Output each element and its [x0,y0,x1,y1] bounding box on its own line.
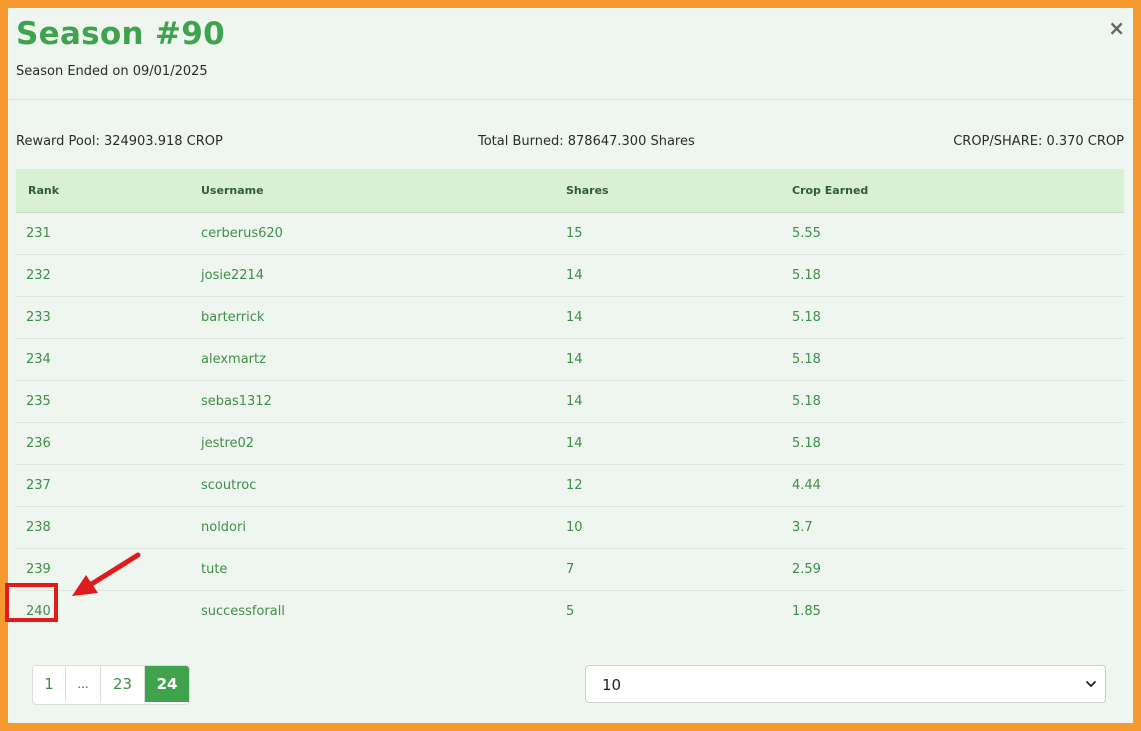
close-icon[interactable]: × [1108,18,1125,38]
table-row: 234 alexmartz 14 5.18 [16,338,1124,381]
page-size-select[interactable]: 10 [585,665,1106,703]
username-cell: alexmartz [201,338,566,381]
table-row: 237 scoutroc 12 4.44 [16,464,1124,507]
season-modal: Season #90 Season Ended on 09/01/2025 × … [8,8,1133,723]
chevron-down-icon [1086,681,1096,687]
table-row: 233 barterrick 14 5.18 [16,296,1124,339]
username-cell: tute [201,548,566,591]
crop-earned-cell: 4.44 [792,464,1124,507]
pagination: 1 ... 23 24 [32,665,190,705]
username-cell: jestre02 [201,422,566,465]
rank-cell: 237 [16,464,201,507]
rank-cell: 235 [16,380,201,423]
season-ended-date: Season Ended on 09/01/2025 [16,64,208,79]
page-button-24-active[interactable]: 24 [145,666,189,702]
username-cell: scoutroc [201,464,566,507]
table-row: 236 jestre02 14 5.18 [16,422,1124,465]
season-stats: Reward Pool: 324903.918 CROP Total Burne… [16,134,1124,152]
column-header-username[interactable]: Username [201,169,566,213]
shares-cell: 14 [566,254,792,297]
column-header-crop-earned[interactable]: Crop Earned [792,169,1124,213]
crop-earned-cell: 5.18 [792,422,1124,465]
season-title: Season #90 [16,16,225,52]
page-button-1[interactable]: 1 [33,666,66,702]
crop-earned-cell: 3.7 [792,506,1124,549]
username-cell: sebas1312 [201,380,566,423]
crop-earned-cell: 5.18 [792,296,1124,339]
shares-cell: 15 [566,212,792,255]
red-arrow-icon [72,552,141,596]
page-ellipsis: ... [66,666,101,702]
rank-cell: 236 [16,422,201,465]
crop-earned-cell: 5.55 [792,212,1124,255]
modal-header: Season #90 Season Ended on 09/01/2025 × [8,8,1133,100]
shares-cell: 7 [566,548,792,591]
total-burned: Total Burned: 878647.300 Shares [478,134,695,149]
shares-cell: 14 [566,296,792,339]
rank-highlight-box [5,583,58,622]
table-row: 240 successforall 5 1.85 [16,591,1124,633]
rank-cell: 231 [16,212,201,255]
table-header-row: Rank Username Shares Crop Earned [16,169,1124,213]
table-row: 238 noldori 10 3.7 [16,506,1124,549]
table-row: 239 tute 7 2.59 [16,548,1124,591]
shares-cell: 14 [566,338,792,381]
crop-earned-cell: 2.59 [792,548,1124,591]
crop-earned-cell: 5.18 [792,380,1124,423]
crop-earned-cell: 1.85 [792,604,821,619]
column-header-rank[interactable]: Rank [16,169,201,213]
username-cell: successforall [201,604,285,619]
shares-cell: 10 [566,506,792,549]
page-button-23[interactable]: 23 [101,666,145,702]
crop-earned-cell: 5.18 [792,338,1124,381]
rank-cell: 234 [16,338,201,381]
leaderboard-table: Rank Username Shares Crop Earned 231 cer… [16,169,1124,632]
username-cell: noldori [201,506,566,549]
table-row: 232 josie2214 14 5.18 [16,254,1124,297]
reward-pool: Reward Pool: 324903.918 CROP [16,134,223,149]
shares-cell: 14 [566,380,792,423]
crop-per-share: CROP/SHARE: 0.370 CROP [953,134,1124,149]
table-row: 235 sebas1312 14 5.18 [16,380,1124,423]
username-cell: cerberus620 [201,212,566,255]
rank-cell: 238 [16,506,201,549]
shares-cell: 12 [566,464,792,507]
column-header-shares[interactable]: Shares [566,169,792,213]
shares-cell: 5 [566,604,575,619]
crop-earned-cell: 5.18 [792,254,1124,297]
rank-cell: 232 [16,254,201,297]
table-row: 231 cerberus620 15 5.55 [16,212,1124,255]
page-size-value: 10 [602,676,622,694]
shares-cell: 14 [566,422,792,465]
username-cell: josie2214 [201,254,566,297]
username-cell: barterrick [201,296,566,339]
rank-cell: 233 [16,296,201,339]
